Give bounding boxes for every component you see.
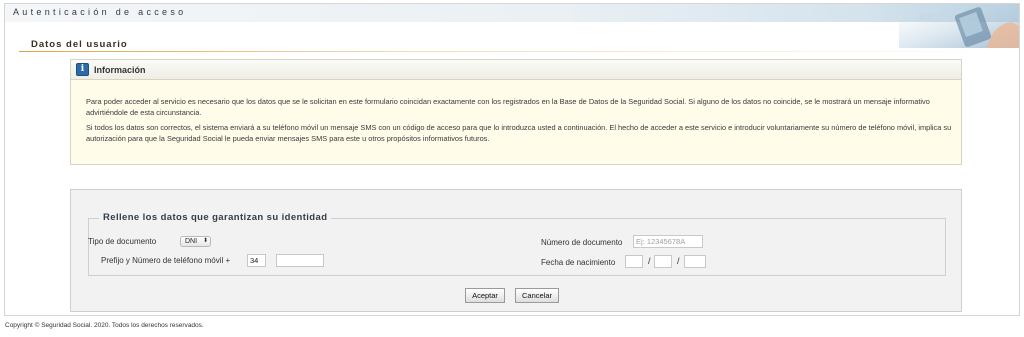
info-paragraph-2: Si todos los datos son correctos, el sis…: [86, 123, 952, 143]
identity-fieldset: [88, 218, 946, 276]
page-frame: Autenticación de acceso Datos del usuari…: [4, 3, 1020, 316]
numero-documento-label: Número de documento: [541, 238, 623, 247]
numero-documento-input[interactable]: Ej: 12345678A: [633, 235, 703, 248]
banner-decoration: [899, 4, 1019, 48]
telefono-label: Prefijo y Número de teléfono móvil +: [101, 256, 231, 265]
accept-button[interactable]: Aceptar: [465, 288, 505, 303]
tipo-documento-select[interactable]: DNI ⬍: [180, 236, 211, 247]
section-divider: [19, 51, 1009, 52]
cancel-button[interactable]: Cancelar: [515, 288, 559, 303]
telefono-number-input[interactable]: [276, 254, 324, 267]
fecha-mes-input[interactable]: [654, 255, 672, 268]
info-panel-header: i Información: [71, 60, 961, 80]
fecha-nacimiento-label: Fecha de nacimiento: [541, 258, 616, 267]
date-separator: /: [677, 256, 680, 266]
fieldset-legend: Rellene los datos que garantizan su iden…: [99, 212, 332, 223]
info-paragraph-1: Para poder acceder al servicio es necesa…: [86, 97, 930, 117]
banner-title: Autenticación de acceso: [13, 7, 187, 17]
copyright-text: Copyright © Seguridad Social. 2020. Todo…: [5, 322, 204, 329]
select-arrows-icon: ⬍: [202, 238, 208, 244]
info-panel: i Información Para poder acceder al serv…: [70, 59, 962, 165]
identity-form: Rellene los datos que garantizan su iden…: [70, 189, 962, 312]
date-separator: /: [648, 256, 651, 266]
section-title: Datos del usuario: [31, 39, 128, 50]
fecha-anio-input[interactable]: [684, 255, 706, 268]
header-banner: Autenticación de acceso: [5, 4, 1019, 22]
fecha-dia-input[interactable]: [625, 255, 643, 268]
tipo-documento-value: DNI: [185, 238, 198, 245]
info-icon: i: [76, 63, 89, 76]
telefono-prefix-input[interactable]: 34: [247, 254, 266, 267]
tipo-documento-label: Tipo de documento: [88, 237, 157, 246]
info-panel-title: Información: [94, 65, 146, 75]
